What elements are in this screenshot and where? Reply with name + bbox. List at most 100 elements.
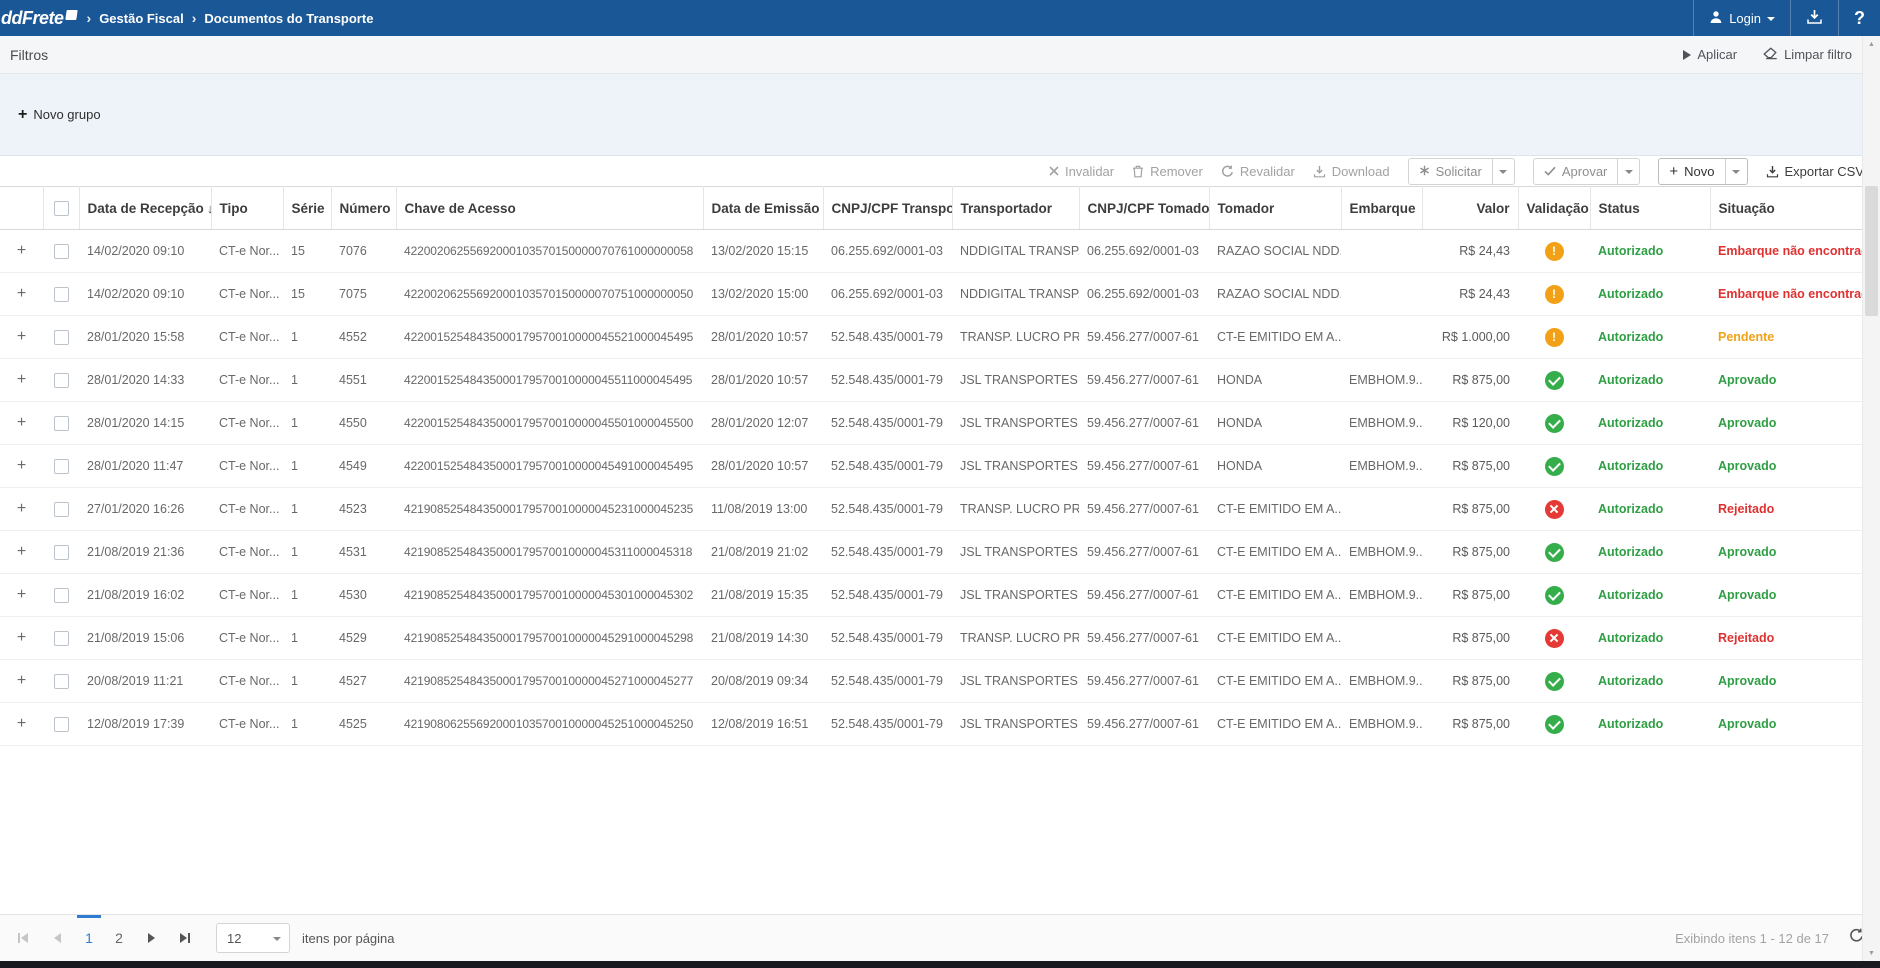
row-checkbox[interactable] [54,330,69,345]
check-icon [1544,164,1556,179]
expand-row-icon[interactable]: + [15,242,29,260]
download-tray-icon [1806,9,1823,28]
app-logo[interactable]: ddFrete [1,8,77,29]
header-data-emissao[interactable]: Data de Emissão [703,187,823,230]
header-status[interactable]: Status [1590,187,1710,230]
header-validacao[interactable]: Validação [1518,187,1590,230]
header-situacao[interactable]: Situação [1710,187,1862,230]
row-checkbox[interactable] [54,287,69,302]
breadcrumb-gestao-fiscal[interactable]: Gestão Fiscal [99,11,184,26]
expand-row-icon[interactable]: + [15,629,29,647]
page-size-select[interactable]: 12 [216,923,290,953]
cell-cnpj-transportador: 52.548.435/0001-79 [823,316,952,359]
new-group-button[interactable]: + Novo grupo [18,107,101,123]
cell-tomador: HONDA [1209,359,1341,402]
invalidate-button[interactable]: Invalidar [1049,164,1114,179]
cell-expand: + [0,316,43,359]
login-menu[interactable]: Login [1693,0,1790,36]
table-row[interactable]: + 12/08/2019 17:39 CT-e Nor... 1 4525 42… [0,703,1862,746]
page-number-1[interactable]: 1 [74,915,104,961]
expand-row-icon[interactable]: + [15,500,29,518]
last-page-button[interactable] [168,915,202,961]
table-row[interactable]: + 14/02/2020 09:10 CT-e Nor... 15 7075 4… [0,273,1862,316]
cell-serie: 15 [283,230,331,273]
row-checkbox[interactable] [54,545,69,560]
row-checkbox[interactable] [54,502,69,517]
header-cnpj-transportador[interactable]: CNPJ/CPF Transpo... [823,187,952,230]
header-valor[interactable]: Valor [1422,187,1518,230]
scroll-up-arrow[interactable]: ▲ [1863,36,1880,52]
expand-row-icon[interactable]: + [15,543,29,561]
export-csv-button[interactable]: Exportar CSV [1766,164,1864,179]
row-checkbox[interactable] [54,717,69,732]
vertical-scrollbar[interactable]: ▲ ▼ [1862,36,1880,961]
table-row[interactable]: + 28/01/2020 11:47 CT-e Nor... 1 4549 42… [0,445,1862,488]
expand-row-icon[interactable]: + [15,371,29,389]
header-serie[interactable]: Série [283,187,331,230]
cell-cnpj-tomador: 59.456.277/0007-61 [1079,359,1209,402]
select-all-checkbox[interactable] [54,201,69,216]
table-row[interactable]: + 28/01/2020 14:33 CT-e Nor... 1 4551 42… [0,359,1862,402]
aprovar-button-group: Aprovar [1533,158,1641,185]
remove-button[interactable]: Remover [1132,164,1203,179]
table-row[interactable]: + 27/01/2020 16:26 CT-e Nor... 1 4523 42… [0,488,1862,531]
header-tomador[interactable]: Tomador [1209,187,1341,230]
export-icon [1766,165,1779,178]
cell-expand: + [0,273,43,316]
novo-button[interactable]: + Novo [1659,159,1724,184]
row-checkbox[interactable] [54,416,69,431]
expand-row-icon[interactable]: + [15,328,29,346]
apply-filter-button[interactable]: Aplicar [1683,47,1737,62]
table-row[interactable]: + 20/08/2019 11:21 CT-e Nor... 1 4527 42… [0,660,1862,703]
aprovar-dropdown-arrow[interactable] [1617,159,1639,184]
downloads-button[interactable] [1790,0,1838,36]
breadcrumb-documentos-transporte[interactable]: Documentos do Transporte [204,11,373,26]
table-row[interactable]: + 21/08/2019 15:06 CT-e Nor... 1 4529 42… [0,617,1862,660]
expand-row-icon[interactable]: + [15,285,29,303]
header-chave-acesso[interactable]: Chave de Acesso [396,187,703,230]
row-checkbox[interactable] [54,244,69,259]
header-transportador[interactable]: Transportador [952,187,1079,230]
header-numero[interactable]: Número [331,187,396,230]
row-checkbox[interactable] [54,588,69,603]
cell-numero: 7075 [331,273,396,316]
row-checkbox[interactable] [54,373,69,388]
header-tipo[interactable]: Tipo [211,187,283,230]
solicitar-button[interactable]: Solicitar [1409,159,1492,184]
header-data-recepcao[interactable]: Data de Recepção↓ [79,187,211,230]
scroll-thumb[interactable] [1865,186,1878,316]
clear-filter-button[interactable]: Limpar filtro [1763,47,1852,63]
prev-page-button[interactable] [40,915,74,961]
aprovar-button[interactable]: Aprovar [1534,159,1618,184]
expand-row-icon[interactable]: + [15,672,29,690]
status-badge: Autorizado [1598,373,1663,387]
solicitar-dropdown-arrow[interactable] [1492,159,1514,184]
row-checkbox[interactable] [54,459,69,474]
table-row[interactable]: + 21/08/2019 21:36 CT-e Nor... 1 4531 42… [0,531,1862,574]
page-number-2[interactable]: 2 [104,915,134,961]
header-embarque[interactable]: Embarque [1341,187,1422,230]
novo-dropdown-arrow[interactable] [1725,159,1747,184]
row-checkbox[interactable] [54,674,69,689]
first-page-button[interactable] [6,915,40,961]
header-cnpj-tomador[interactable]: CNPJ/CPF Tomador [1079,187,1209,230]
table-row[interactable]: + 14/02/2020 09:10 CT-e Nor... 15 7076 4… [0,230,1862,273]
chevron-right-icon: › [87,11,92,25]
cell-expand: + [0,703,43,746]
table-row[interactable]: + 21/08/2019 16:02 CT-e Nor... 1 4530 42… [0,574,1862,617]
download-button[interactable]: Download [1313,164,1390,179]
expand-row-icon[interactable]: + [15,414,29,432]
expand-row-icon[interactable]: + [15,715,29,733]
table-row[interactable]: + 28/01/2020 15:58 CT-e Nor... 1 4552 42… [0,316,1862,359]
table-row[interactable]: + 28/01/2020 14:15 CT-e Nor... 1 4550 42… [0,402,1862,445]
revalidate-button[interactable]: Revalidar [1221,164,1295,179]
cell-embarque: EMBHOM.9... [1341,531,1422,574]
cell-tomador: CT-E EMITIDO EM A... [1209,488,1341,531]
cell-valor: R$ 120,00 [1422,402,1518,445]
row-checkbox[interactable] [54,631,69,646]
help-button[interactable]: ? [1838,0,1880,36]
next-page-button[interactable] [134,915,168,961]
expand-row-icon[interactable]: + [15,457,29,475]
scroll-down-arrow[interactable]: ▼ [1863,945,1880,961]
expand-row-icon[interactable]: + [15,586,29,604]
